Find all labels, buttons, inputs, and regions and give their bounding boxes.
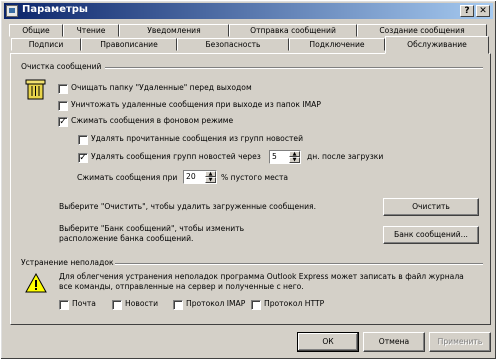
log-imap-label: Протокол IMAP [186, 299, 246, 308]
log-news-checkbox[interactable] [112, 300, 122, 310]
delete-news-suffix: дн. после загрузки [307, 152, 384, 161]
tab-read[interactable]: Чтение [63, 24, 119, 37]
log-imap-checkbox[interactable] [173, 300, 183, 310]
purge-imap-label: Уничтожать удаленные сообщения при выход… [71, 100, 321, 109]
spin-down-icon[interactable]: ▼ [289, 157, 300, 163]
store-description: Выберите "Банк сообщений", чтобы изменит… [59, 224, 245, 243]
section-divider [115, 263, 483, 265]
compact-percent-stepper[interactable]: 20 ▲ ▼ [183, 170, 217, 184]
log-mail-checkbox[interactable] [59, 300, 69, 310]
delete-news-days-value: 5 [272, 152, 277, 161]
purge-imap-checkbox[interactable] [58, 101, 68, 111]
compact-percent-value: 20 [186, 172, 196, 181]
options-dialog: Параметры ? ✕ Общие Чтение Уведомления О… [0, 0, 497, 360]
empty-deleted-label: Очищать папку "Удаленные" перед выходом [71, 83, 252, 92]
title-bar: Параметры ? ✕ [4, 3, 493, 19]
compact-label: Сжимать сообщения при [77, 173, 178, 182]
apply-button[interactable]: Применить [429, 332, 491, 352]
delete-read-label: Удалять прочитанные сообщения из групп н… [91, 134, 304, 143]
compress-background-label: Сжимать сообщения в фоновом режиме [71, 116, 234, 125]
recycle-bin-icon [25, 79, 46, 100]
clean-description: Выберите "Очистить", чтобы удалить загру… [59, 202, 316, 211]
cancel-button[interactable]: Отмена [363, 332, 425, 352]
ok-button[interactable]: ОК [297, 332, 359, 352]
troubleshoot-heading: Устранение неполадок [21, 258, 114, 267]
troubleshoot-description: Для облегчения устранения неполадок прог… [59, 272, 464, 291]
empty-deleted-checkbox[interactable] [58, 84, 68, 94]
tab-security[interactable]: Безопасность [177, 38, 289, 51]
log-http-label: Протокол HTTP [264, 299, 325, 308]
tab-signatures[interactable]: Подписи [11, 38, 81, 51]
tab-receipts[interactable]: Уведомления [119, 24, 229, 37]
app-icon [6, 5, 18, 17]
maintenance-panel: Очистка сообщений Очищать папку "Удаленн… [10, 53, 491, 325]
spin-down-icon[interactable]: ▼ [205, 177, 216, 183]
tab-general[interactable]: Общие [9, 24, 63, 37]
warning-icon [25, 273, 47, 293]
tab-maintenance[interactable]: Обслуживание [385, 36, 489, 54]
compress-background-checkbox[interactable]: ✓ [58, 117, 68, 127]
log-mail-label: Почта [72, 299, 96, 308]
close-button[interactable]: ✕ [476, 5, 490, 17]
clean-up-button[interactable]: Очистить [383, 198, 479, 216]
delete-read-checkbox[interactable] [78, 135, 88, 145]
store-folder-button[interactable]: Банк сообщений... [383, 226, 479, 244]
tab-send[interactable]: Отправка сообщений [229, 24, 357, 37]
delete-news-days-stepper[interactable]: 5 ▲ ▼ [269, 150, 301, 164]
window-title: Параметры [22, 4, 88, 15]
delete-news-checkbox[interactable]: ✓ [78, 153, 88, 163]
delete-news-label: Удалять сообщения групп новостей через [91, 152, 261, 161]
section-divider [105, 67, 483, 69]
cleanup-heading: Очистка сообщений [21, 62, 102, 71]
tab-connection[interactable]: Подключение [289, 38, 385, 51]
tab-spelling[interactable]: Правописание [81, 38, 177, 51]
help-button[interactable]: ? [460, 5, 474, 17]
log-news-label: Новости [125, 299, 159, 308]
log-http-checkbox[interactable] [251, 300, 261, 310]
compact-suffix: % пустого места [221, 173, 289, 182]
